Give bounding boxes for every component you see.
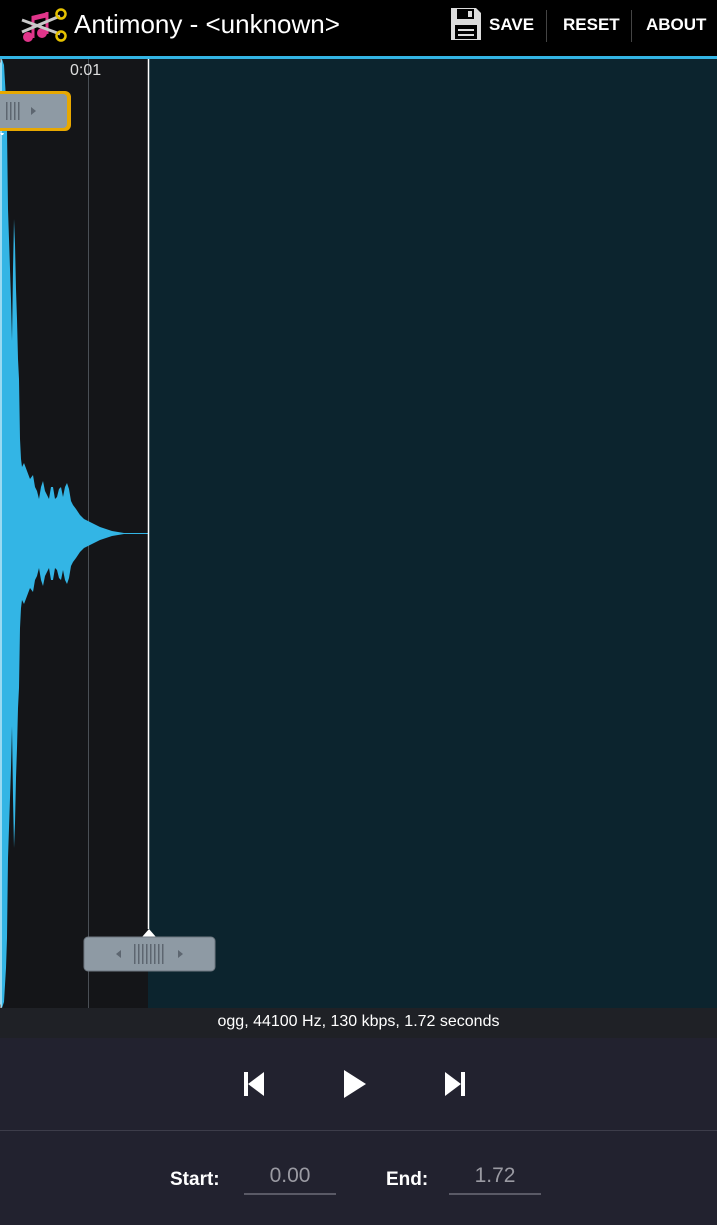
reset-button[interactable]: RESET — [552, 0, 628, 56]
end-label: End: — [386, 1169, 429, 1190]
waveform-view[interactable]: 0:01 — [0, 59, 717, 1008]
transport-controls — [0, 1038, 717, 1131]
audio-info-text: ogg, 44100 Hz, 130 kbps, 1.72 seconds — [217, 1013, 500, 1030]
save-button[interactable]: SAVE — [445, 0, 545, 56]
app-title: Antimony - <unknown> — [74, 9, 340, 39]
music-scissors-icon — [21, 8, 67, 42]
selection-fields: Start: End: — [0, 1131, 717, 1225]
reset-label: RESET — [563, 15, 620, 34]
save-label: SAVE — [489, 15, 535, 34]
about-button[interactable]: ABOUT — [638, 0, 717, 56]
skip-next-icon[interactable] — [435, 1064, 475, 1104]
start-field[interactable] — [244, 1159, 336, 1195]
end-marker-handle[interactable] — [82, 927, 217, 975]
action-bar: Antimony - <unknown> SAVE RESET ABOUT — [0, 0, 717, 59]
time-label: 0:01 — [70, 62, 102, 79]
start-label: Start: — [170, 1169, 220, 1190]
start-marker-handle[interactable] — [0, 89, 74, 135]
divider — [546, 10, 547, 42]
play-icon[interactable] — [334, 1064, 374, 1104]
skip-previous-icon[interactable] — [234, 1064, 274, 1104]
floppy-disk-icon — [451, 8, 481, 40]
about-label: ABOUT — [646, 15, 707, 34]
end-field[interactable] — [449, 1159, 541, 1195]
waveform-canvas — [0, 59, 150, 1008]
divider — [631, 10, 632, 42]
audio-info-bar: ogg, 44100 Hz, 130 kbps, 1.72 seconds — [0, 1008, 717, 1038]
